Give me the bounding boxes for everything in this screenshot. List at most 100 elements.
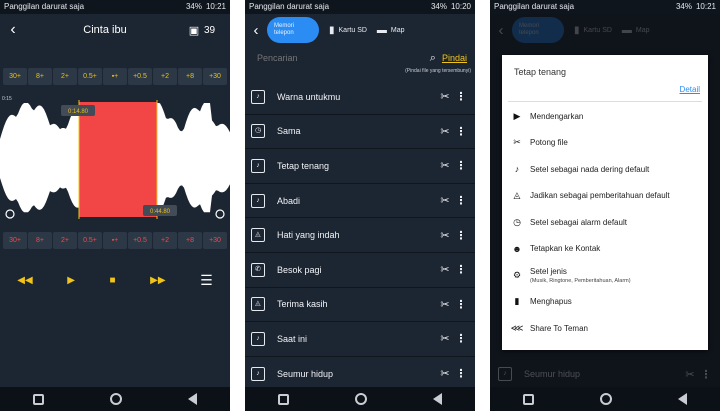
context-menu-screen: Panggilan darurat saja 34% 10:21 ‹ Memor… xyxy=(490,0,720,411)
status-bar: Panggilan darurat saja 34% 10:21 xyxy=(0,0,230,14)
scissors-icon[interactable]: ✂ xyxy=(435,298,455,311)
more-vertical-icon[interactable]: ⋮ xyxy=(455,90,467,103)
more-vertical-icon[interactable]: ⋮ xyxy=(455,298,467,311)
scan-button[interactable]: Pindai xyxy=(442,53,467,63)
battery-text: 34% xyxy=(185,2,202,11)
menu-icon[interactable]: ☰ xyxy=(200,272,213,289)
menu-item[interactable]: ⚙ Setel jenis (Musik, Ringtone, Pemberitah… xyxy=(502,262,708,289)
nav-back-icon[interactable] xyxy=(188,393,197,405)
home-icon[interactable] xyxy=(600,393,612,405)
adjust-button[interactable]: 30+ xyxy=(3,68,27,85)
adjust-button[interactable]: ▪+ xyxy=(103,68,127,85)
more-vertical-icon[interactable]: ⋮ xyxy=(455,159,467,172)
adjust-button[interactable]: ▪+ xyxy=(103,232,127,249)
more-vertical-icon[interactable]: ⋮ xyxy=(455,194,467,207)
scissors-icon[interactable]: ✂ xyxy=(435,263,455,276)
selection-region[interactable] xyxy=(79,102,157,217)
scissors-icon[interactable]: ✂ xyxy=(435,194,455,207)
search-icon[interactable]: ⌕ xyxy=(430,52,436,65)
song-row[interactable]: ♪ Saat ini ✂ ⋮ xyxy=(245,322,475,357)
rewind-icon[interactable]: ◀◀ xyxy=(17,275,32,286)
end-adjust-controls: 30+ 8+ 2+ 0.5+ ▪+ +0.5 +2 +8 +30 xyxy=(0,232,230,252)
song-row[interactable]: ◷ Sama ✂ ⋮ xyxy=(245,115,475,150)
menu-item[interactable]: ▮ Menghapus xyxy=(502,289,708,316)
menu-item[interactable]: ✂ Potong file xyxy=(502,130,708,157)
adjust-button[interactable]: +2 xyxy=(153,232,177,249)
recent-apps-icon[interactable] xyxy=(523,393,534,405)
scissors-icon[interactable]: ✂ xyxy=(435,159,455,172)
back-icon[interactable]: ‹ xyxy=(0,21,26,39)
forward-icon[interactable]: ▶▶ xyxy=(150,275,165,286)
song-list: ♪ Warna untukmu ✂ ⋮ ◷ Sama ✂ ⋮ ♪ Tetap tenang ✂ ⋮ ♪ A… xyxy=(245,80,475,392)
adjust-button[interactable]: 8+ xyxy=(28,232,52,249)
scissors-icon[interactable]: ✂ xyxy=(435,229,455,242)
adjust-button[interactable]: +30 xyxy=(203,232,227,249)
play-icon[interactable]: ▶ xyxy=(67,275,75,286)
menu-item[interactable]: ◷ Setel sebagai alarm default xyxy=(502,209,708,236)
more-vertical-icon[interactable]: ⋮ xyxy=(455,367,467,380)
menu-item[interactable]: ◬ Jadikan sebagai pemberitahuan default xyxy=(502,183,708,210)
tab-sd-label: Kartu SD xyxy=(338,26,367,34)
adjust-button[interactable]: +0.5 xyxy=(128,68,152,85)
adjust-button[interactable]: +0.5 xyxy=(128,232,152,249)
home-icon[interactable] xyxy=(110,393,122,405)
adjust-button[interactable]: 0.5+ xyxy=(78,68,102,85)
more-vertical-icon[interactable]: ⋮ xyxy=(455,125,467,138)
adjust-button[interactable]: +8 xyxy=(178,232,202,249)
player-controls: ◀◀ ▶ ■ ▶▶ ☰ xyxy=(0,268,230,292)
more-vertical-icon[interactable]: ⋮ xyxy=(455,332,467,345)
nav-back-icon[interactable] xyxy=(433,393,442,405)
song-type-icon: ♪ xyxy=(251,158,265,173)
song-row[interactable]: ✆ Besok pagi ✂ ⋮ xyxy=(245,253,475,288)
recent-apps-icon[interactable] xyxy=(33,393,44,405)
menu-item[interactable]: ⋘ Share To Teman xyxy=(502,315,708,342)
adjust-button[interactable]: 0.5+ xyxy=(78,232,102,249)
detail-link[interactable]: Detail xyxy=(680,85,700,94)
recent-apps-icon[interactable] xyxy=(278,393,289,405)
tab-folder[interactable]: ▬ Map xyxy=(377,25,405,36)
menu-item[interactable]: ♪ Setel sebagai nada dering default xyxy=(502,156,708,183)
tab-sd-card[interactable]: ▮ Kartu SD xyxy=(329,25,367,36)
tab-folder-label: Map xyxy=(390,26,405,34)
more-vertical-icon[interactable]: ⋮ xyxy=(455,263,467,276)
song-title: Cinta ibu xyxy=(83,24,127,36)
more-vertical-icon[interactable]: ⋮ xyxy=(455,229,467,242)
tab-phone-memory[interactable]: Memori telepon xyxy=(267,17,319,43)
system-nav-bar xyxy=(245,387,475,411)
song-row[interactable]: ◬ Hati yang indah ✂ ⋮ xyxy=(245,218,475,253)
menu-item[interactable]: ▶ Mendengarkan xyxy=(502,103,708,130)
menu-item-label: Setel sebagai alarm default xyxy=(530,217,627,227)
editor-toolbar: ‹ Cinta ibu ▣ 39 xyxy=(0,14,230,46)
menu-item-label: Potong file xyxy=(530,138,568,148)
adjust-button[interactable]: +30 xyxy=(203,68,227,85)
back-icon[interactable]: ‹ xyxy=(245,22,267,39)
adjust-button[interactable]: 2+ xyxy=(53,232,77,249)
adjust-button[interactable]: 30+ xyxy=(3,232,27,249)
menu-item-icon: ▶ xyxy=(513,110,521,121)
song-row[interactable]: ♪ Abadi ✂ ⋮ xyxy=(245,184,475,219)
scissors-icon[interactable]: ✂ xyxy=(435,125,455,138)
carrier-text: Panggilan darurat saja xyxy=(249,2,330,11)
adjust-button[interactable]: 8+ xyxy=(28,68,52,85)
adjust-button[interactable]: +8 xyxy=(178,68,202,85)
stop-icon[interactable]: ■ xyxy=(110,275,116,286)
waveform[interactable]: 0:14.80 0:44.80 0:15 xyxy=(0,92,230,227)
nav-back-icon[interactable] xyxy=(678,393,687,405)
song-row[interactable]: ♪ Tetap tenang ✂ ⋮ xyxy=(245,149,475,184)
adjust-button[interactable]: 2+ xyxy=(53,68,77,85)
menu-item[interactable]: ☻ Tetapkan ke Kontak xyxy=(502,236,708,263)
search-input[interactable] xyxy=(257,53,430,63)
scissors-icon[interactable]: ✂ xyxy=(435,90,455,103)
song-type-icon: ◬ xyxy=(251,228,265,243)
save-icon[interactable]: ▣ xyxy=(184,24,204,37)
start-marker-label: 0:14.80 xyxy=(68,109,89,115)
home-icon[interactable] xyxy=(355,393,367,405)
scissors-icon[interactable]: ✂ xyxy=(435,332,455,345)
song-row[interactable]: ♪ Warna untukmu ✂ ⋮ xyxy=(245,80,475,115)
song-type-icon: ✆ xyxy=(251,262,265,277)
song-row[interactable]: ◬ Terima kasih ✂ ⋮ xyxy=(245,288,475,323)
song-title: Tetap tenang xyxy=(277,160,330,171)
library-toolbar: ‹ Memori telepon ▮ Kartu SD ▬ Map xyxy=(245,14,475,46)
adjust-button[interactable]: +2 xyxy=(153,68,177,85)
scissors-icon[interactable]: ✂ xyxy=(435,367,455,380)
